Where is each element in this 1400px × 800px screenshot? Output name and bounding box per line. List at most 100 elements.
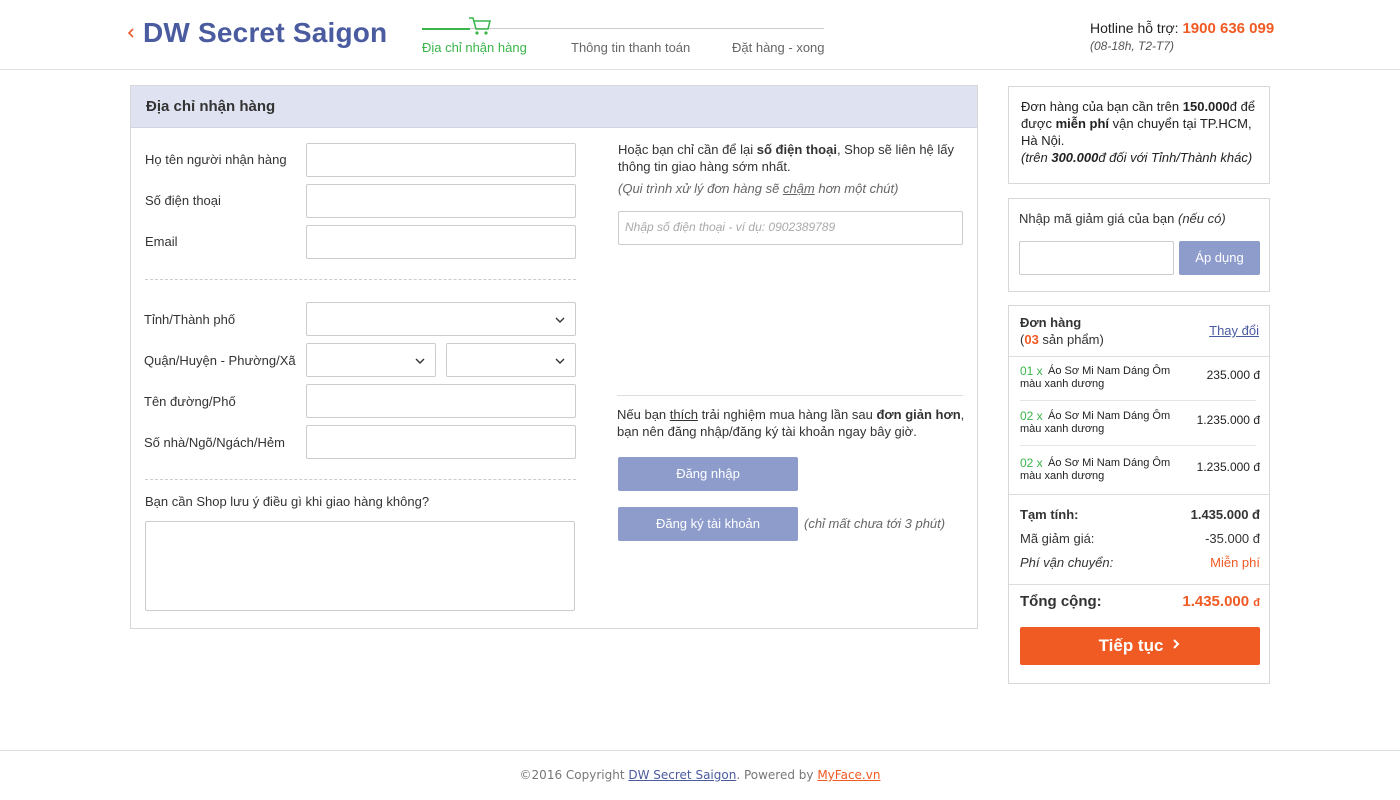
discount-row: Mã giảm giá: -35.000 đ [1020, 531, 1260, 549]
brand-logo[interactable]: DW Secret Saigon [143, 17, 387, 49]
quick-phone-note: (Qui trình xử lý đơn hàng sẽ chậm hơn mộ… [618, 181, 898, 196]
chevron-down-icon [555, 354, 565, 364]
hotline-hours: (08-18h, T2-T7) [1090, 39, 1175, 53]
quick-phone-text: Hoặc bạn chỉ cần để lại số điện thoại, S… [618, 141, 963, 175]
quick-phone-note-underline: chậm [782, 181, 815, 196]
chevron-right-icon [1171, 628, 1181, 666]
account-text-b: trải nghiệm mua hàng lần sau [697, 407, 877, 422]
phone-input[interactable] [306, 184, 576, 218]
quick-phone-note-a: (Qui trình xử lý đơn hàng sẽ [618, 181, 783, 196]
account-text-underline: thích [669, 407, 698, 422]
district-label: Quận/Huyện - Phường/Xã [144, 353, 296, 368]
item-price: 235.000 đ [1206, 368, 1260, 382]
subtotal-value: 1.435.000 đ [1190, 507, 1260, 522]
total-label: Tổng cộng: [1020, 593, 1102, 610]
step-done: Đặt hàng - xong [732, 40, 825, 55]
steps-progress [422, 28, 470, 30]
shipping-fee-row: Phí vận chuyển: Miễn phí [1020, 555, 1260, 573]
continue-button[interactable]: Tiếp tục [1020, 627, 1260, 665]
ship-text-a: Đơn hàng của bạn cần trên [1021, 99, 1183, 114]
shipping-fee-value: Miễn phí [1210, 555, 1260, 570]
hotline-label: Hotline hỗ trợ: [1090, 20, 1183, 36]
divider [1009, 356, 1269, 357]
coupon-label-text: Nhập mã giảm giá của bạn [1019, 211, 1178, 226]
house-input[interactable] [306, 425, 576, 459]
account-text-a: Nếu bạn [617, 407, 670, 422]
step-payment: Thông tin thanh toán [571, 40, 691, 55]
total-value: 1.435.000 đ [1182, 593, 1260, 610]
order-title: Đơn hàng [1020, 315, 1082, 330]
ship-threshold: 150.000 [1182, 99, 1230, 114]
discount-value: -35.000 đ [1205, 531, 1260, 546]
footer-brand-link[interactable]: DW Secret Saigon [628, 768, 736, 782]
order-summary: Đơn hàng (03 sản phẩm) Thay đổi 01 x Áo … [1008, 305, 1270, 684]
coupon-input[interactable] [1019, 241, 1174, 275]
divider [1009, 584, 1269, 585]
item-name: Áo Sơ Mi Nam Dáng Ôm màu xanh dương [1020, 410, 1171, 435]
ship-note-a: (trên [1021, 150, 1052, 165]
total-amount: 1.435.000 [1182, 593, 1250, 610]
item-name: Áo Sơ Mi Nam Dáng Ôm màu xanh dương [1020, 457, 1171, 482]
address-panel: Địa chỉ nhận hàng Họ tên người nhận hàng… [130, 85, 978, 629]
name-input[interactable] [306, 143, 576, 177]
footer-copyright: ©2016 Copyright [519, 768, 629, 782]
register-button[interactable]: Đăng ký tài khoản [618, 507, 798, 541]
divider [1009, 494, 1269, 495]
divider [145, 479, 576, 480]
order-count-number: 03 [1024, 332, 1039, 347]
checkout-steps: Địa chỉ nhận hàng Thông tin thanh toán Đ… [422, 12, 825, 56]
hotline: Hotline hỗ trợ: 1900 636 099 [1090, 20, 1274, 37]
order-count: (03 sản phẩm) [1020, 331, 1104, 348]
apply-coupon-button[interactable]: Áp dụng [1179, 241, 1260, 275]
coupon-label: Nhập mã giảm giá của bạn (nếu có) [1019, 211, 1226, 226]
email-input[interactable] [306, 225, 576, 259]
order-item: 01 x Áo Sơ Mi Nam Dáng Ôm màu xanh dương… [1020, 364, 1260, 404]
panel-title: Địa chỉ nhận hàng [131, 86, 977, 128]
note-textarea[interactable] [145, 521, 575, 611]
step-address: Địa chỉ nhận hàng [422, 40, 527, 55]
quick-phone-text-bold: số điện thoại [756, 142, 837, 157]
item-name: Áo Sơ Mi Nam Dáng Ôm màu xanh dương [1020, 365, 1171, 390]
footer-divider [0, 750, 1400, 751]
ward-select[interactable] [446, 343, 576, 377]
divider [1020, 400, 1256, 401]
street-input[interactable] [306, 384, 576, 418]
login-button[interactable]: Đăng nhập [618, 457, 798, 491]
item-price: 1.235.000 đ [1196, 460, 1260, 474]
coupon-label-optional: (nếu có) [1177, 211, 1226, 226]
register-note: (chỉ mất chưa tới 3 phút) [804, 516, 946, 531]
order-item: 02 x Áo Sơ Mi Nam Dáng Ôm màu xanh dương… [1020, 409, 1260, 449]
header: DW Secret Saigon Địa chỉ nhận hàng Thông… [0, 0, 1400, 70]
name-label: Họ tên người nhận hàng [145, 152, 287, 167]
order-item: 02 x Áo Sơ Mi Nam Dáng Ôm màu xanh dương… [1020, 456, 1260, 496]
email-label: Email [145, 234, 178, 249]
order-count-text: sản phẩm) [1038, 332, 1104, 347]
item-price: 1.235.000 đ [1196, 413, 1260, 427]
account-text-bold: đơn giản hơn [876, 407, 961, 422]
quick-phone-input[interactable]: Nhập số điện thoại - ví dụ: 0902389789 [618, 211, 963, 245]
continue-label: Tiếp tục [1098, 636, 1164, 655]
discount-label: Mã giảm giá: [1020, 531, 1095, 546]
divider [617, 395, 963, 396]
chevron-down-icon [555, 313, 565, 323]
ship-free: miễn phí [1055, 116, 1110, 131]
city-label: Tỉnh/Thành phố [144, 312, 236, 327]
chevron-left-icon[interactable] [126, 26, 140, 44]
shipping-fee-label: Phí vận chuyển: [1020, 555, 1114, 570]
note-label: Bạn cần Shop lưu ý điều gì khi giao hàng… [145, 494, 430, 509]
quick-phone-note-b: hơn một chút) [814, 181, 899, 196]
hotline-number[interactable]: 1900 636 099 [1182, 20, 1274, 37]
footer-powered: . Powered by [736, 768, 818, 782]
subtotal-row: Tạm tính: 1.435.000 đ [1020, 507, 1260, 525]
footer: ©2016 Copyright DW Secret Saigon. Powere… [0, 768, 1400, 782]
city-select[interactable] [306, 302, 576, 336]
chevron-down-icon [415, 354, 425, 364]
phone-label: Số điện thoại [145, 193, 221, 208]
change-order-link[interactable]: Thay đổi [1209, 323, 1259, 338]
district-select[interactable] [306, 343, 436, 377]
total-row: Tổng cộng: 1.435.000 đ [1020, 593, 1260, 613]
divider [145, 279, 576, 280]
total-currency: đ [1253, 597, 1260, 609]
footer-myface-link[interactable]: MyFace.vn [817, 768, 880, 782]
account-text: Nếu bạn thích trải nghiệm mua hàng lần s… [617, 406, 967, 440]
